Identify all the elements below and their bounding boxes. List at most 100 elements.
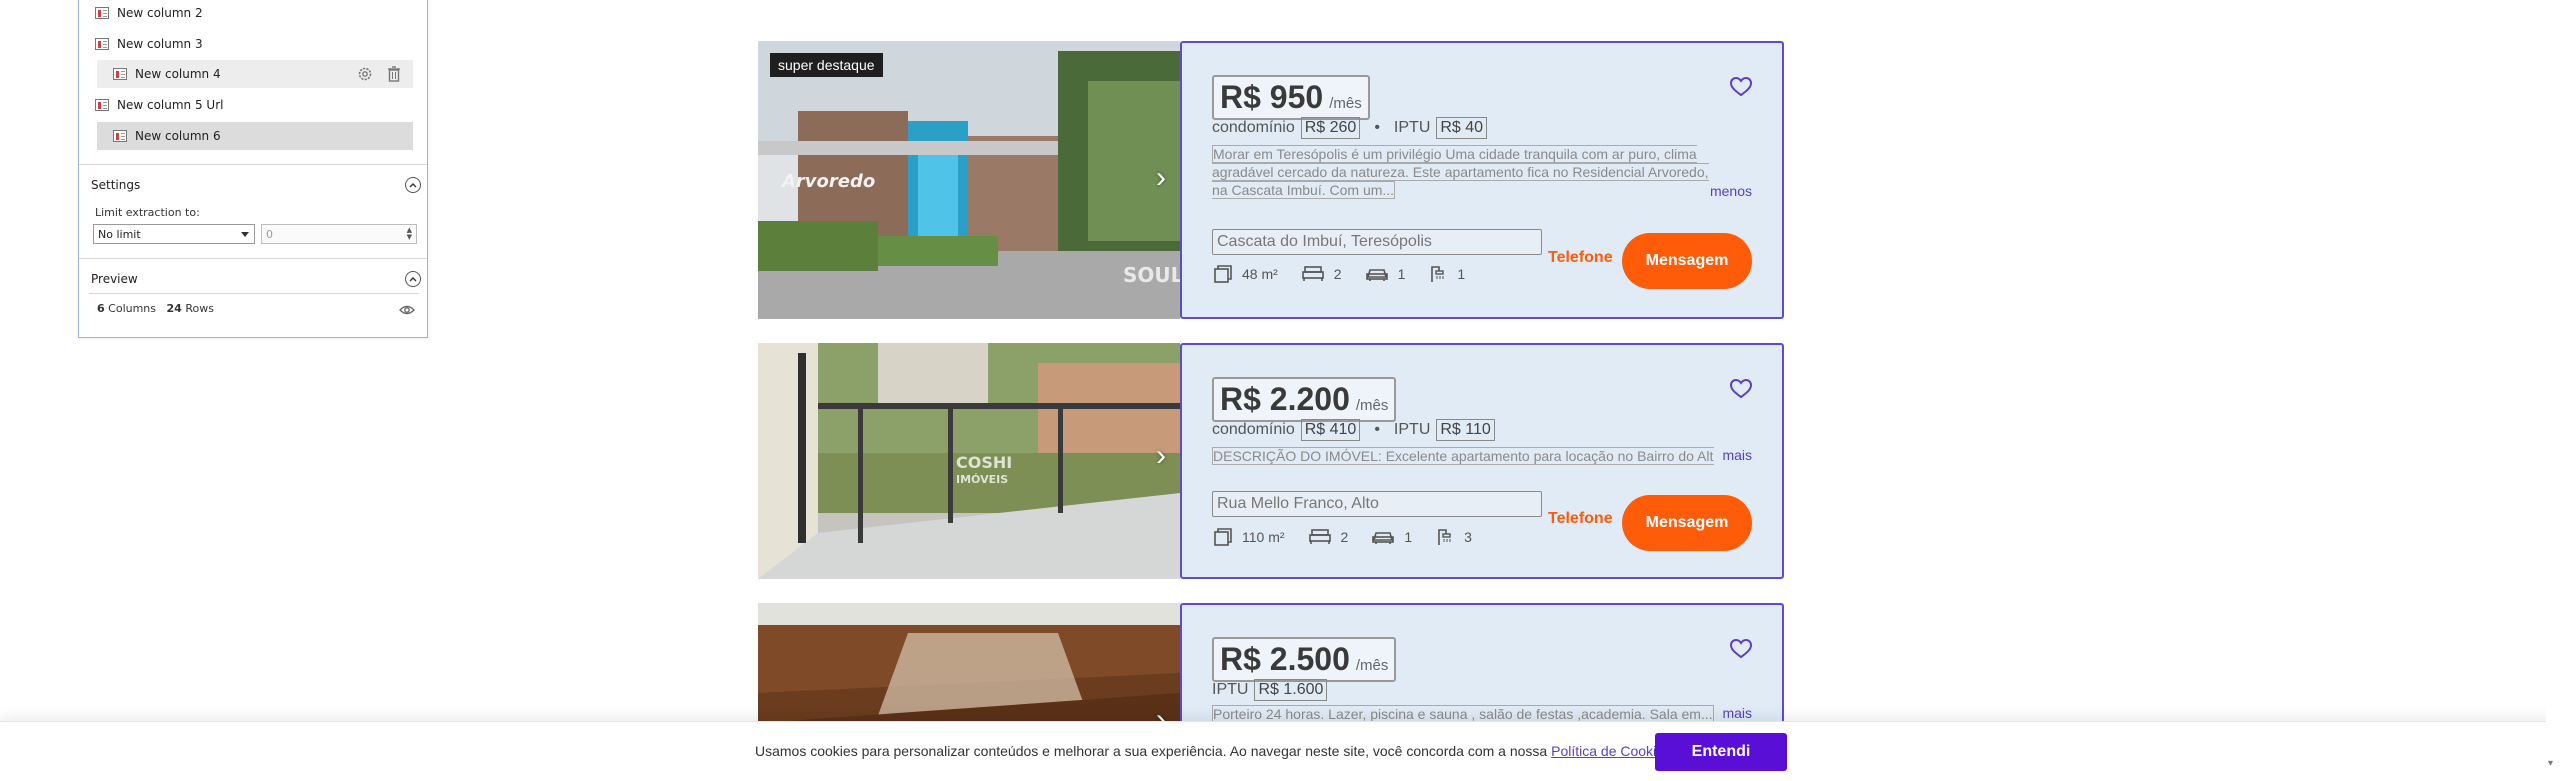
area-icon [1214,265,1232,283]
price: R$ 950 [1220,79,1324,115]
rows-count: 24 [166,302,182,315]
accept-cookies-button[interactable]: Entendi [1655,733,1787,771]
column-item-3[interactable]: New column 3 [79,30,427,58]
bedrooms-feature: 2 [1308,529,1348,545]
iptu-label: IPTU [1393,421,1431,438]
toggle-description-link[interactable]: menos [1710,183,1752,199]
chevron-down-icon [241,232,249,237]
chevron-up-icon[interactable] [405,177,421,193]
gear-icon[interactable] [357,66,373,82]
stepper-arrows-icon[interactable]: ▲ ▼ [407,227,412,241]
limit-label: Limit extraction to: [95,206,200,219]
message-button[interactable]: Mensagem [1622,495,1752,551]
fees: IPTU R$ 1.600 [1212,679,1328,701]
iptu-label: IPTU [1393,119,1431,136]
column-label: New column 3 [117,37,203,51]
column-item-4[interactable]: New column 4 [97,60,413,88]
settings-title: Settings [91,178,141,192]
scrollbar[interactable]: ▾ [2546,0,2560,781]
price: R$ 2.500 [1220,641,1350,677]
column-item-6[interactable]: New column 6 [97,122,413,150]
super-highlight-badge: super destaque [770,53,883,77]
listing-card[interactable]: Arvoredo super destaque › SOUL R$ 950 /m… [758,41,1784,319]
listing-card[interactable]: COSHI IMÓVEIS › R$ 2.200 /mês condomínio… [758,343,1784,579]
message-button[interactable]: Mensagem [1622,233,1752,289]
condo-label: condomínio [1212,119,1295,136]
heart-icon[interactable] [1729,378,1753,404]
agency-watermark-sub: IMÓVEIS [956,473,1009,486]
separator-dot: • [1374,119,1380,136]
table-column-icon [95,7,109,19]
extraction-panel: New column 2 New column 3 New column 4 N… [78,0,428,338]
listing-photo[interactable]: COSHI IMÓVEIS › [758,343,1180,579]
phone-link[interactable]: Telefone [1548,510,1613,528]
parking-value: 1 [1397,266,1406,282]
address: Cascata do Imbuí, Teresópolis [1212,229,1542,255]
parking-feature: 1 [1372,529,1412,545]
separator-dot: • [1374,421,1380,438]
limit-select-value: No limit [98,227,141,241]
preview-header[interactable]: Preview [91,267,421,291]
price-box: R$ 950 /mês [1212,75,1370,120]
description: DESCRIÇÃO DO IMÓVEL: Excelente apartamen… [1212,447,1714,465]
phone-link[interactable]: Telefone [1548,249,1613,267]
price-unit: /mês [1355,657,1389,674]
bed-icon [1301,266,1324,281]
description-text: Morar em Teresópolis é um privilégio Uma… [1212,145,1709,199]
settings-header[interactable]: Settings [91,173,421,197]
chevron-right-icon[interactable]: › [1156,161,1166,195]
car-icon [1372,532,1395,544]
columns-count: 6 [97,302,105,315]
trash-icon[interactable] [387,66,401,82]
cookie-message: Usamos cookies para personalizar conteúd… [755,743,1675,759]
building-sign: Arvoredo [782,171,876,192]
bathrooms-feature: 1 [1429,265,1465,283]
condo-value: R$ 260 [1300,117,1361,139]
condo-label: condomínio [1212,421,1295,438]
limit-select[interactable]: No limit [93,224,255,244]
table-column-icon [95,38,109,50]
column-label: New column 4 [135,67,221,81]
parking-value: 1 [1404,529,1413,545]
heart-icon[interactable] [1729,76,1753,102]
toggle-description-link[interactable]: mais [1722,447,1752,463]
bathrooms-value: 3 [1464,529,1472,545]
heart-icon[interactable] [1729,638,1753,664]
agency-watermark: SOUL [1123,263,1180,287]
column-item-5[interactable]: New column 5 Url [79,91,427,119]
columns-word: Columns [108,302,157,315]
scroll-down-icon[interactable]: ▾ [2548,758,2553,769]
bedrooms-value: 2 [1333,266,1342,282]
description: Morar em Teresópolis é um privilégio Uma… [1212,145,1714,199]
cookie-text: Usamos cookies para personalizar conteúd… [755,743,1552,759]
eye-icon[interactable] [399,301,415,320]
fees: condomínio R$ 260 • IPTU R$ 40 [1212,117,1488,139]
address: Rua Mello Franco, Alto [1212,491,1542,517]
limit-count-value: 0 [266,227,273,241]
divider [79,258,427,259]
parking-feature: 1 [1365,266,1406,282]
table-column-icon [113,130,127,142]
toggle-description-link[interactable]: mais [1722,705,1752,721]
fees: condomínio R$ 410 • IPTU R$ 110 [1212,419,1495,441]
cookie-policy-link[interactable]: Política de Cookies [1551,743,1671,759]
limit-count-input[interactable]: 0 ▲ ▼ [261,224,417,244]
shower-icon [1438,529,1451,545]
bed-icon [1308,529,1331,544]
bathrooms-value: 1 [1457,266,1466,282]
divider [79,164,427,165]
price-unit: /mês [1355,397,1389,414]
preview-summary: 6 Columns 24 Rows [97,302,214,315]
shower-icon [1431,266,1445,282]
bedrooms-feature: 2 [1301,266,1342,282]
chevron-up-icon[interactable] [405,271,421,287]
listing-photo[interactable]: Arvoredo super destaque › SOUL [758,41,1180,319]
chevron-right-icon[interactable]: › [1156,439,1166,473]
column-item-2[interactable]: New column 2 [79,0,427,27]
area-feature: 48 m² [1214,265,1278,283]
features: 48 m² 2 1 1 [1214,265,1489,283]
price: R$ 2.200 [1220,381,1350,417]
listing-info: R$ 2.200 /mês condomínio R$ 410 • IPTU R… [1180,343,1784,579]
preview-title: Preview [91,272,138,286]
iptu-value: R$ 40 [1436,117,1488,139]
